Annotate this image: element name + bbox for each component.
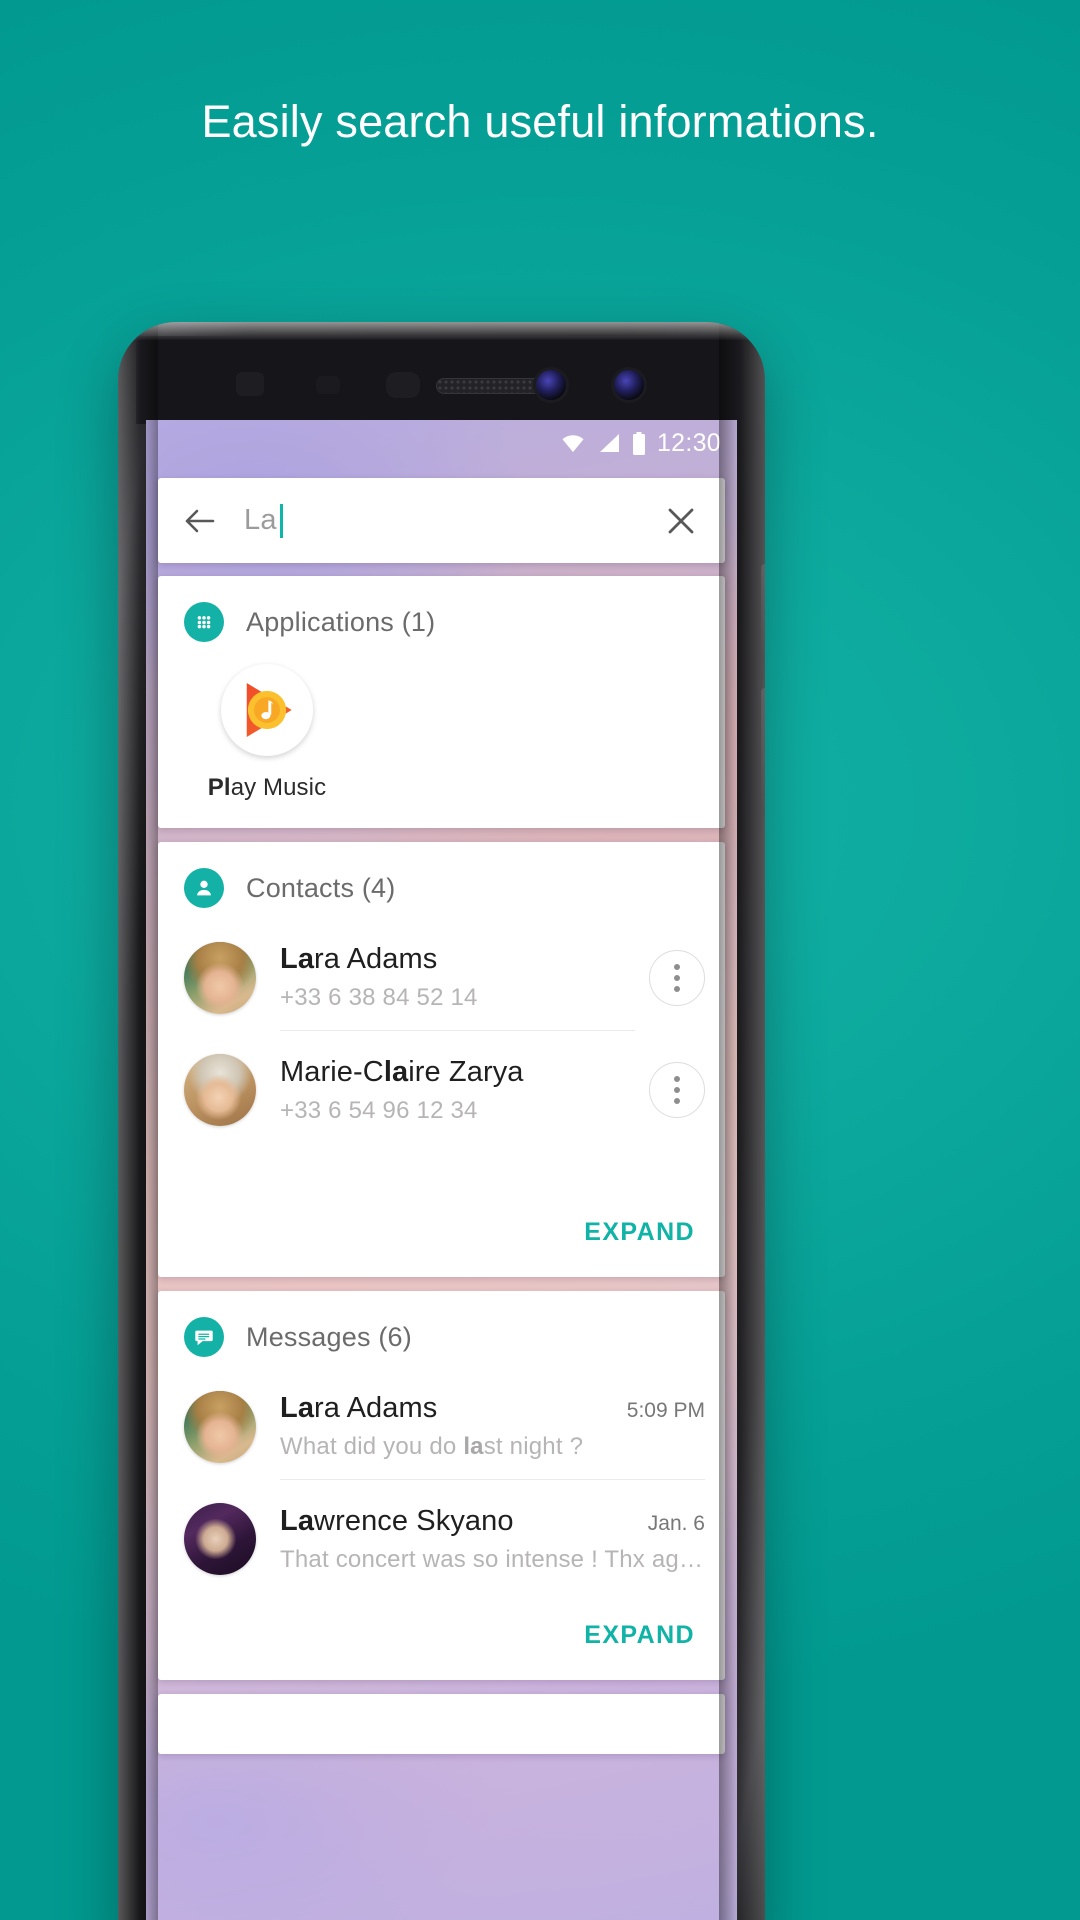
applications-results: Play Music <box>158 656 725 824</box>
section-card-messages: Messages (6) Lara Adams 5:09 PM What did… <box>158 1291 725 1680</box>
avatar <box>184 942 256 1014</box>
person-icon <box>184 868 224 908</box>
message-sender: Lara Adams <box>280 1392 438 1424</box>
sensor-icon <box>316 376 340 394</box>
sensor-icon <box>236 372 264 396</box>
text-cursor <box>279 503 283 538</box>
contact-row-body: Marie-Claire Zarya +33 6 54 96 12 34 <box>280 1038 635 1143</box>
section-card-next <box>158 1694 725 1754</box>
section-header-contacts: Contacts (4) <box>158 842 725 922</box>
status-time: 12:30 <box>656 428 721 457</box>
page-title: Easily search useful informations. <box>201 96 879 147</box>
contact-phone: +33 6 54 96 12 34 <box>280 1096 478 1124</box>
search-input-value: La <box>244 504 277 536</box>
section-card-applications: Applications (1) Play Music <box>158 576 725 828</box>
section-footer-contacts: EXPAND <box>158 1192 725 1273</box>
expand-button[interactable]: EXPAND <box>584 1218 695 1247</box>
section-header-applications: Applications (1) <box>158 576 725 656</box>
phone-device: 12:30 La Applications (1) Play Music Con… <box>118 322 765 1920</box>
contact-row-body: Lara Adams +33 6 38 84 52 14 <box>280 925 635 1031</box>
message-row[interactable]: Lawrence Skyano Jan. 6 That concert was … <box>158 1483 725 1595</box>
contact-row[interactable]: Marie-Claire Zarya +33 6 54 96 12 34 <box>158 1034 725 1146</box>
message-timestamp: Jan. 6 <box>647 1511 705 1535</box>
overflow-menu-icon[interactable] <box>649 950 705 1006</box>
avatar <box>184 1391 256 1463</box>
phone-top-bezel <box>136 336 747 424</box>
arrow-back-icon[interactable] <box>182 503 218 539</box>
message-bubble-icon <box>184 1317 224 1357</box>
message-preview: That concert was so intense ! Thx again … <box>280 1545 705 1573</box>
wifi-icon <box>560 433 586 453</box>
message-row-body: Lawrence Skyano Jan. 6 That concert was … <box>280 1487 705 1592</box>
apps-grid-icon <box>184 602 224 642</box>
app-result-label: Play Music <box>207 774 327 801</box>
power-button[interactable] <box>761 688 765 816</box>
expand-button[interactable]: EXPAND <box>584 1621 695 1650</box>
search-bar[interactable]: La <box>158 478 725 563</box>
app-result-item[interactable]: Play Music <box>192 664 342 802</box>
section-card-contacts: Contacts (4) Lara Adams +33 6 38 84 52 1… <box>158 842 725 1277</box>
contact-row[interactable]: Lara Adams +33 6 38 84 52 14 <box>158 922 725 1034</box>
avatar <box>184 1054 256 1126</box>
message-row[interactable]: Lara Adams 5:09 PM What did you do last … <box>158 1371 725 1483</box>
contact-name: Lara Adams <box>280 943 438 975</box>
front-camera-icon <box>614 370 644 400</box>
search-input[interactable]: La <box>244 503 663 538</box>
message-row-body: Lara Adams 5:09 PM What did you do last … <box>280 1374 705 1480</box>
message-sender: Lawrence Skyano <box>280 1504 514 1537</box>
contact-phone: +33 6 38 84 52 14 <box>280 984 478 1011</box>
section-footer-messages: EXPAND <box>158 1595 725 1676</box>
signal-icon <box>597 433 621 453</box>
front-camera-icon <box>536 370 566 400</box>
play-music-icon <box>221 664 313 756</box>
message-preview: What did you do last night ? <box>280 1433 584 1460</box>
battery-icon <box>632 431 646 455</box>
volume-button[interactable] <box>761 564 765 660</box>
section-title: Messages (6) <box>246 1321 412 1352</box>
proximity-sensor-icon <box>386 372 420 398</box>
message-timestamp: 5:09 PM <box>626 1399 705 1422</box>
avatar <box>184 1503 256 1575</box>
search-results-list[interactable]: Applications (1) Play Music Contacts (4)… <box>158 576 725 1920</box>
section-title: Contacts (4) <box>246 872 396 903</box>
section-header-messages: Messages (6) <box>158 1291 725 1371</box>
close-icon[interactable] <box>663 503 699 539</box>
overflow-menu-icon[interactable] <box>649 1062 705 1118</box>
section-title: Applications (1) <box>246 606 436 637</box>
status-bar: 12:30 <box>146 420 737 466</box>
phone-screen: 12:30 La Applications (1) Play Music Con… <box>146 420 737 1920</box>
contact-name: Marie-Claire Zarya <box>280 1055 524 1088</box>
